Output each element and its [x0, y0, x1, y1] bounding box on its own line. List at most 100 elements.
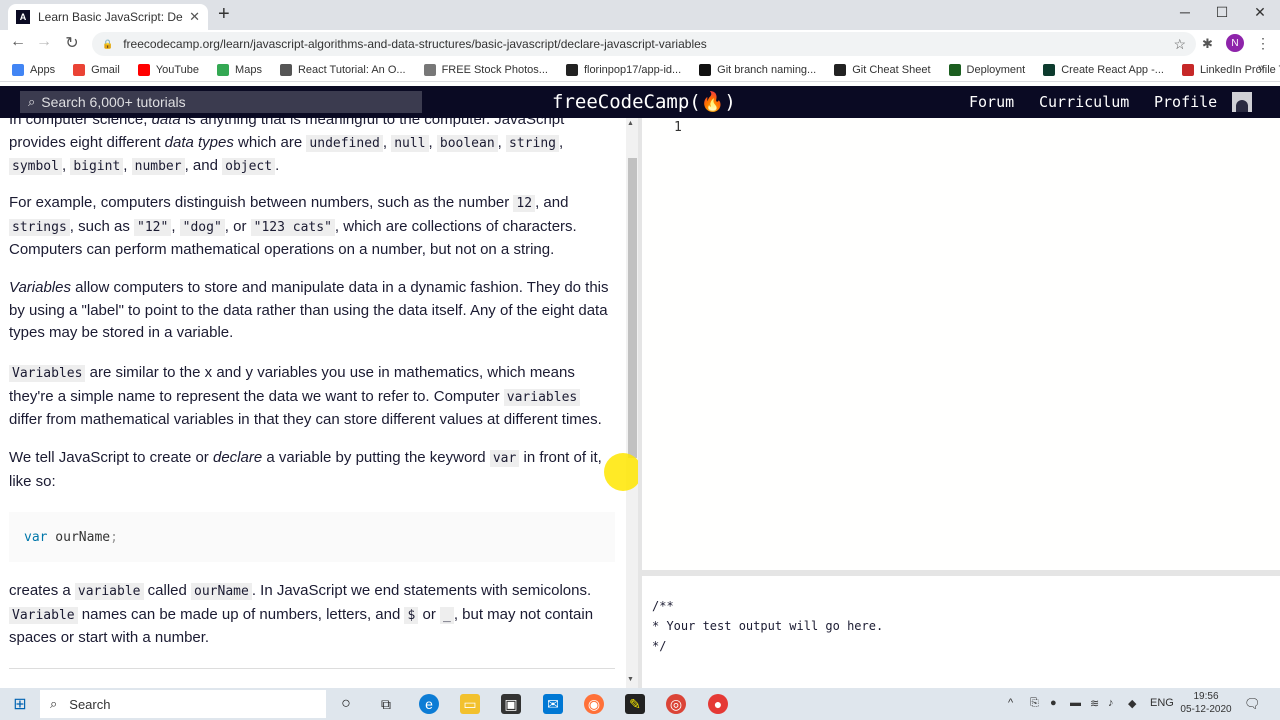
recorder-icon[interactable]: ●: [708, 694, 728, 714]
inline-code: $: [404, 606, 419, 624]
bookmark-favicon-icon: [948, 63, 961, 76]
windows-start-icon[interactable]: ⊞: [0, 688, 40, 720]
fcc-logo[interactable]: freeCodeCamp(🔥): [552, 90, 736, 113]
search-input[interactable]: ⌕ Search 6,000+ tutorials: [20, 91, 422, 113]
fcc-navbar: ⌕ Search 6,000+ tutorials freeCodeCamp(🔥…: [0, 86, 1280, 118]
minimize-icon[interactable]: ─: [1175, 4, 1195, 20]
tray-chevron-icon[interactable]: ^: [1008, 697, 1013, 709]
volume-icon[interactable]: ♪: [1108, 697, 1114, 709]
inline-code: symbol: [9, 158, 62, 175]
wifi-icon[interactable]: ≋: [1090, 697, 1099, 710]
bookmark-favicon-icon: [73, 63, 86, 76]
nav-forum[interactable]: Forum: [969, 93, 1014, 111]
bookmark-item[interactable]: Git branch naming...: [699, 63, 817, 76]
sticky-notes-icon[interactable]: ✎: [625, 694, 645, 714]
lesson-description: In computer science, data is anything th…: [0, 118, 626, 688]
test-output: /** * Your test output will go here. */: [642, 576, 1280, 688]
edge-icon[interactable]: e: [419, 694, 439, 714]
menu-kebab-icon[interactable]: ⋮: [1256, 35, 1270, 52]
address-bar[interactable]: 🔒 freecodecamp.org/learn/javascript-algo…: [92, 32, 1196, 56]
clock-date: 05-12-2020: [1180, 704, 1232, 715]
forward-icon[interactable]: →: [34, 33, 54, 51]
bookmark-label: Gmail: [91, 63, 120, 76]
bookmark-label: Apps: [30, 63, 56, 76]
inline-code: "dog": [179, 218, 225, 236]
inline-code: variable: [74, 583, 144, 600]
bookmark-label: LinkedIn Profile Tip...: [1199, 63, 1280, 76]
store-icon[interactable]: ▣: [501, 694, 521, 714]
bookmark-star-icon[interactable]: ☆: [1173, 36, 1186, 53]
microphone-icon[interactable]: ●: [1050, 697, 1057, 709]
bookmark-item[interactable]: Maps: [217, 63, 262, 76]
reload-icon[interactable]: ↻: [62, 33, 82, 53]
lock-icon: 🔒: [102, 38, 114, 49]
bookmark-label: Deployment: [966, 63, 1026, 76]
battery-icon[interactable]: ▬: [1070, 697, 1081, 709]
bookmarks-overflow-icon[interactable]: »: [1258, 62, 1264, 74]
fcc-favicon-icon: A: [16, 10, 30, 24]
paragraph-variables: Variables allow computers to store and m…: [9, 279, 609, 341]
bookmark-item[interactable]: Create React App -...: [1043, 63, 1164, 76]
dropbox-icon[interactable]: ◆: [1128, 697, 1136, 710]
paragraph-declare: We tell JavaScript to create or declare …: [9, 449, 602, 490]
clock-time: 19:56: [1193, 691, 1219, 702]
bookmark-item[interactable]: Apps: [12, 63, 56, 76]
bookmark-item[interactable]: Deployment: [948, 63, 1026, 76]
scrollbar-thumb[interactable]: [628, 158, 637, 458]
browser-tab[interactable]: A Learn Basic JavaScript: Declare Ja ✕: [8, 4, 208, 30]
line-number: 1: [674, 120, 682, 135]
bookmark-item[interactable]: Git Cheat Sheet: [834, 63, 931, 76]
bookmark-item[interactable]: LinkedIn Profile Tip...: [1181, 63, 1280, 76]
bookmark-favicon-icon: [699, 63, 712, 76]
inline-code: variables: [503, 388, 581, 406]
new-tab-button[interactable]: +: [218, 4, 230, 24]
divider-line: [9, 668, 615, 669]
profile-avatar[interactable]: N: [1226, 34, 1244, 52]
inline-code: null: [391, 134, 429, 152]
bookmark-label: Create React App -...: [1061, 63, 1164, 76]
scroll-up-icon[interactable]: ▲: [627, 120, 634, 127]
bookmark-label: Git branch naming...: [717, 63, 817, 76]
firefox-icon[interactable]: ◉: [584, 694, 604, 714]
bookmark-item[interactable]: FREE Stock Photos...: [423, 63, 548, 76]
profile-picture[interactable]: [1232, 92, 1252, 112]
paragraph-math-variables: Variables are similar to the x and y var…: [9, 364, 602, 428]
inline-code: _: [440, 606, 454, 624]
inline-code: string: [506, 134, 559, 152]
chrome-icon[interactable]: ◎: [666, 694, 686, 714]
paragraph-data-types: In computer science, data is anything th…: [9, 118, 565, 175]
bookmark-favicon-icon: [137, 63, 150, 76]
mail-icon[interactable]: ✉: [543, 694, 563, 714]
language-indicator[interactable]: ENG: [1150, 697, 1174, 709]
inline-code: 12: [513, 195, 536, 212]
close-window-icon[interactable]: ✕: [1250, 4, 1270, 21]
bookmark-item[interactable]: YouTube: [137, 63, 199, 76]
bookmark-favicon-icon: [423, 63, 436, 76]
close-tab-icon[interactable]: ✕: [189, 9, 200, 25]
cortana-icon[interactable]: ○: [336, 694, 356, 714]
notification-center-icon[interactable]: 🗨: [1244, 696, 1261, 712]
nav-curriculum[interactable]: Curriculum: [1039, 93, 1129, 111]
tray-device-icon[interactable]: ⎘: [1030, 697, 1039, 710]
task-view-icon[interactable]: ⧉: [376, 694, 396, 714]
system-clock[interactable]: 19:56 05-12-2020: [1178, 690, 1234, 716]
inline-code: "123 cats": [250, 218, 335, 236]
windows-taskbar: ⊞ ⌕ Search ○ ⧉ e ▭ ▣ ✉ ◉ ✎ ◎ ● ^ ⎘ ● ▬ ≋…: [0, 688, 1280, 720]
bookmark-favicon-icon: [565, 63, 578, 76]
bookmark-label: React Tutorial: An O...: [297, 63, 406, 76]
inline-code: boolean: [436, 134, 498, 152]
bookmark-item[interactable]: florinpop17/app-id...: [565, 63, 681, 76]
inline-code: Variable: [9, 606, 78, 624]
taskbar-search[interactable]: ⌕ Search: [40, 690, 326, 718]
bookmark-favicon-icon: [279, 63, 292, 76]
code-editor[interactable]: 1: [642, 118, 1280, 570]
maximize-icon[interactable]: ☐: [1212, 4, 1232, 21]
extensions-icon[interactable]: ✱: [1202, 36, 1213, 52]
lesson-scrollbar[interactable]: ▲ ▼: [626, 118, 638, 688]
scroll-down-icon[interactable]: ▼: [627, 676, 634, 683]
back-icon[interactable]: ←: [8, 33, 28, 51]
bookmark-item[interactable]: Gmail: [73, 63, 120, 76]
file-explorer-icon[interactable]: ▭: [460, 694, 480, 714]
bookmark-item[interactable]: React Tutorial: An O...: [279, 63, 406, 76]
nav-profile[interactable]: Profile: [1154, 93, 1217, 111]
